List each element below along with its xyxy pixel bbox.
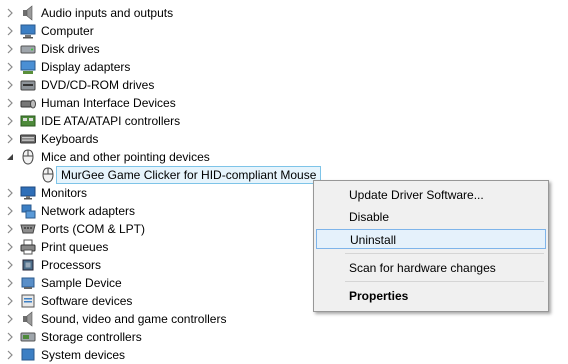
hid-icon [20, 95, 36, 111]
context-menu: Update Driver Software... Disable Uninst… [313, 180, 549, 312]
tree-item-sample-device[interactable]: Sample Device [0, 274, 330, 292]
tree-item-system-devices[interactable]: System devices [0, 346, 330, 364]
ide-controller-icon [20, 113, 36, 129]
menu-item-uninstall[interactable]: Uninstall [316, 229, 546, 249]
tree-item-label: Keyboards [41, 132, 99, 146]
tree-item-storage-controllers[interactable]: Storage controllers [0, 328, 330, 346]
collapse-arrow-icon[interactable] [5, 152, 15, 162]
mouse-icon [40, 167, 56, 183]
dvd-drive-icon [20, 77, 36, 93]
expand-arrow-icon[interactable] [5, 62, 15, 72]
tree-item-label: Mice and other pointing devices [41, 150, 210, 164]
menu-item-scan-for-hardware-changes[interactable]: Scan for hardware changes [316, 258, 546, 278]
sound-controller-icon [20, 311, 36, 327]
monitor-icon [20, 185, 36, 201]
menu-separator [345, 253, 544, 254]
tree-item-human-interface-devices[interactable]: Human Interface Devices [0, 94, 330, 112]
tree-item-computer[interactable]: Computer [0, 22, 330, 40]
tree-item-audio-inputs-and-outputs[interactable]: Audio inputs and outputs [0, 4, 330, 22]
printer-icon [20, 239, 36, 255]
expand-arrow-icon[interactable] [5, 332, 15, 342]
expand-arrow-icon[interactable] [5, 314, 15, 324]
tree-item-label: Print queues [41, 240, 109, 254]
processor-icon [20, 257, 36, 273]
software-device-icon [20, 293, 36, 309]
tree-item-display-adapters[interactable]: Display adapters [0, 58, 330, 76]
tree-item-label: Processors [41, 258, 102, 272]
tree-item-disk-drives[interactable]: Disk drives [0, 40, 330, 58]
tree-item-label: IDE ATA/ATAPI controllers [41, 114, 181, 128]
sample-device-icon [20, 275, 36, 291]
selected-device-label: MurGee Game Clicker for HID-compliant Mo… [56, 166, 322, 184]
speaker-icon [20, 5, 36, 21]
menu-item-disable[interactable]: Disable [316, 207, 546, 227]
expand-arrow-icon[interactable] [5, 116, 15, 126]
system-device-icon [20, 347, 36, 363]
expand-arrow-icon[interactable] [5, 188, 15, 198]
tree-item-monitors[interactable]: Monitors [0, 184, 330, 202]
expand-arrow-icon[interactable] [5, 26, 15, 36]
mouse-icon [20, 149, 36, 165]
tree-item-label: Disk drives [41, 42, 100, 56]
tree-item-label: Sample Device [41, 276, 122, 290]
tree-item-mice-and-other-pointing-devices[interactable]: Mice and other pointing devices [0, 148, 330, 166]
expand-arrow-icon[interactable] [5, 206, 15, 216]
computer-icon [20, 23, 36, 39]
tree-item-label: Network adapters [41, 204, 136, 218]
expand-arrow-icon[interactable] [5, 350, 15, 360]
tree-item-label: Ports (COM & LPT) [41, 222, 146, 236]
display-adapter-icon [20, 59, 36, 75]
tree-item-keyboards[interactable]: Keyboards [0, 130, 330, 148]
tree-item-label: Human Interface Devices [41, 96, 176, 110]
tree-item-ide-ata-atapi-controllers[interactable]: IDE ATA/ATAPI controllers [0, 112, 330, 130]
menu-item-update-driver-software[interactable]: Update Driver Software... [316, 185, 546, 205]
expand-arrow-icon[interactable] [5, 44, 15, 54]
menu-item-properties[interactable]: Properties [316, 286, 546, 306]
tree-item-label: DVD/CD-ROM drives [41, 78, 155, 92]
tree-item-label: Computer [41, 24, 94, 38]
expand-arrow-icon[interactable] [5, 8, 15, 18]
tree-item-label: System devices [41, 348, 126, 362]
expand-arrow-icon[interactable] [5, 224, 15, 234]
menu-item-label: Scan for hardware changes [349, 261, 496, 275]
tree-item-dvd-cd-rom-drives[interactable]: DVD/CD-ROM drives [0, 76, 330, 94]
network-adapter-icon [20, 203, 36, 219]
expand-arrow-icon[interactable] [5, 80, 15, 90]
menu-item-label: Update Driver Software... [349, 188, 484, 202]
tree-item-label: Monitors [41, 186, 88, 200]
expand-arrow-icon[interactable] [5, 98, 15, 108]
menu-item-label: Properties [349, 289, 409, 303]
tree-item-ports-com-lpt[interactable]: Ports (COM & LPT) [0, 220, 330, 238]
menu-separator [345, 281, 544, 282]
port-icon [20, 221, 36, 237]
expand-arrow-icon[interactable] [5, 278, 15, 288]
menu-item-label: Disable [349, 210, 390, 224]
tree-item-label: Audio inputs and outputs [41, 6, 174, 20]
expand-arrow-icon[interactable] [5, 134, 15, 144]
tree-item-label: Sound, video and game controllers [41, 312, 227, 326]
tree-item-software-devices[interactable]: Software devices [0, 292, 330, 310]
tree-item-murgee-game-clicker-mouse[interactable]: MurGee Game Clicker for HID-compliant Mo… [0, 166, 330, 184]
tree-item-label: Software devices [41, 294, 133, 308]
tree-item-print-queues[interactable]: Print queues [0, 238, 330, 256]
expand-arrow-icon[interactable] [5, 260, 15, 270]
expand-arrow-icon[interactable] [5, 296, 15, 306]
disk-drive-icon [20, 41, 36, 57]
expand-arrow-icon[interactable] [5, 242, 15, 252]
tree-item-label: Storage controllers [41, 330, 142, 344]
tree-item-processors[interactable]: Processors [0, 256, 330, 274]
tree-item-network-adapters[interactable]: Network adapters [0, 202, 330, 220]
tree-item-sound-video-game-controllers[interactable]: Sound, video and game controllers [0, 310, 330, 328]
tree-item-label: Display adapters [41, 60, 131, 74]
keyboard-icon [20, 131, 36, 147]
menu-item-label: Uninstall [350, 233, 397, 247]
storage-controller-icon [20, 329, 36, 345]
